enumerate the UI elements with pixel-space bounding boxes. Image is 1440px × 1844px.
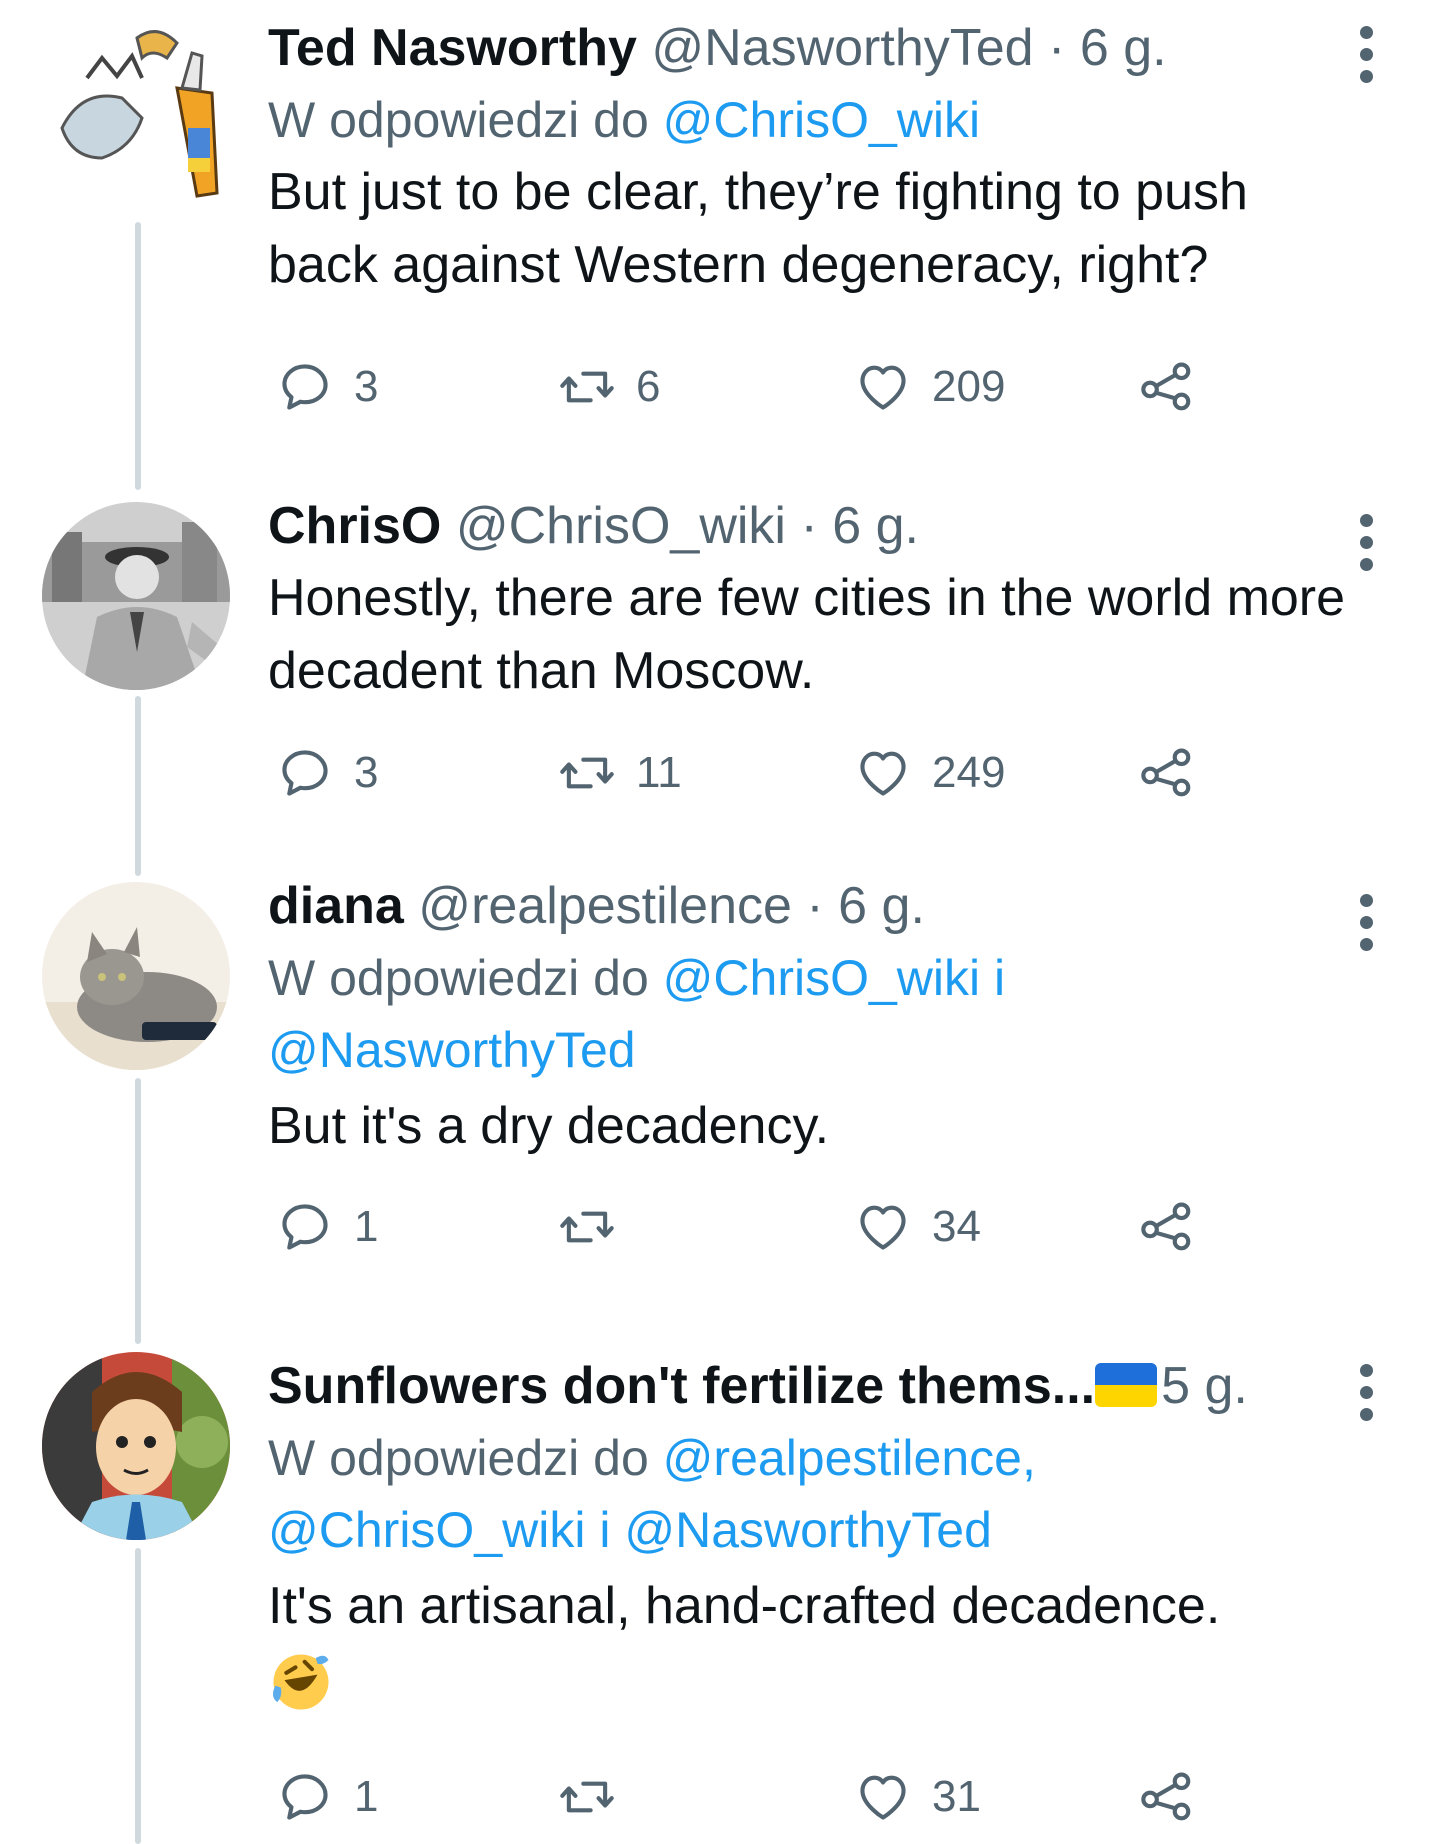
reply-count: 3 xyxy=(354,748,379,797)
separator-dot: · xyxy=(800,497,818,555)
ukraine-flag-icon xyxy=(1095,1363,1158,1407)
more-options-button[interactable] xyxy=(1354,514,1378,571)
tweet-actions: 3 11 249 xyxy=(268,738,1268,808)
reply-icon xyxy=(282,750,328,796)
reply-button[interactable]: 3 xyxy=(276,738,378,808)
retweet-count: 6 xyxy=(636,362,661,411)
thread-line xyxy=(135,1078,141,1344)
reply-mention[interactable]: @ChrisO_wiki xyxy=(663,92,980,148)
reply-count: 1 xyxy=(354,1202,379,1251)
more-options-button[interactable] xyxy=(1354,26,1378,83)
avatar[interactable] xyxy=(42,1352,230,1540)
like-button[interactable]: 209 xyxy=(854,352,1005,422)
user-handle[interactable]: @NasworthyTed xyxy=(651,19,1033,77)
retweet-count: 11 xyxy=(636,748,682,797)
avatar[interactable] xyxy=(42,882,230,1070)
share-button[interactable] xyxy=(1138,352,1216,422)
separator-dot: · xyxy=(1048,19,1066,77)
reply-prefix: W odpowiedzi do xyxy=(268,92,649,148)
rolling-on-floor-laughing-emoji xyxy=(272,1654,329,1710)
share-button[interactable] xyxy=(1138,738,1216,808)
heart-icon xyxy=(860,751,906,796)
retweet-icon xyxy=(560,1211,614,1243)
reply-count: 1 xyxy=(354,1772,379,1821)
retweet-icon xyxy=(560,757,614,789)
like-count: 209 xyxy=(932,362,1006,411)
avatar[interactable] xyxy=(42,502,230,690)
timestamp[interactable]: 6 g. xyxy=(1080,19,1167,77)
reply-prefix: W odpowiedzi do xyxy=(268,950,649,1006)
display-name[interactable]: Ted Nasworthy xyxy=(268,19,637,77)
reply-context: W odpowiedzi do @ChrisO_wiki xyxy=(268,84,1358,156)
timestamp[interactable]: 5 g. xyxy=(1161,1357,1248,1415)
heart-icon xyxy=(860,1205,906,1250)
timestamp[interactable]: 6 g. xyxy=(838,877,925,935)
tweet-text: But it's a dry decadency. xyxy=(268,1097,830,1155)
reply-context: W odpowiedzi do @ChrisO_wiki i @Nasworth… xyxy=(268,942,1358,1086)
tweet-header: Sunflowers don't fertilize thems... 5 g. xyxy=(268,1350,1358,1422)
share-icon xyxy=(1141,362,1191,411)
share-icon xyxy=(1141,1202,1191,1251)
thread-line xyxy=(135,222,141,490)
tweet-text: It's an artisanal, hand-crafted decadenc… xyxy=(268,1570,1358,1735)
display-name[interactable]: diana xyxy=(268,877,404,935)
share-button[interactable] xyxy=(1138,1762,1216,1832)
thread-line xyxy=(135,696,141,876)
tweet-header: ChrisO @ChrisO_wiki · 6 g. xyxy=(268,490,1358,562)
tweet-header: diana @realpestilence · 6 g. xyxy=(268,870,1358,942)
reply-count: 3 xyxy=(354,362,379,411)
user-handle[interactable]: @realpestilence xyxy=(418,877,792,935)
more-options-icon xyxy=(1359,894,1373,907)
like-button[interactable]: 34 xyxy=(854,1192,981,1262)
heart-icon xyxy=(860,1775,906,1820)
tweet-actions: 3 6 209 xyxy=(268,352,1268,422)
more-options-icon xyxy=(1359,1364,1373,1377)
reply-button[interactable]: 3 xyxy=(276,352,378,422)
like-button[interactable]: 31 xyxy=(854,1762,981,1832)
avatar[interactable] xyxy=(42,18,230,206)
like-count: 249 xyxy=(932,748,1006,797)
reply-icon xyxy=(282,364,328,410)
reply-icon xyxy=(282,1204,328,1250)
tweet-text: But just to be clear, they’re fighting t… xyxy=(268,163,1248,294)
reply-mention[interactable]: @ChrisO_wiki i @NasworthyTed xyxy=(268,1502,992,1558)
user-handle[interactable]: @ChrisO_wiki xyxy=(456,497,786,555)
more-options-icon xyxy=(1359,514,1373,527)
tweet-header: Ted Nasworthy @NasworthyTed · 6 g. xyxy=(268,12,1358,84)
retweet-icon xyxy=(560,1781,614,1813)
retweet-button[interactable]: 6 xyxy=(558,352,660,422)
like-button[interactable]: 249 xyxy=(854,738,1005,808)
separator-dot: · xyxy=(806,877,824,935)
retweet-button[interactable] xyxy=(558,1762,636,1832)
more-options-icon xyxy=(1359,26,1373,39)
reply-mention[interactable]: @NasworthyTed xyxy=(268,1022,636,1078)
reply-icon xyxy=(282,1774,328,1820)
retweet-button[interactable]: 11 xyxy=(558,738,682,808)
more-options-button[interactable] xyxy=(1354,1364,1378,1421)
reply-mention[interactable]: @ChrisO_wiki i xyxy=(663,950,1005,1006)
timestamp[interactable]: 6 g. xyxy=(832,497,919,555)
share-icon xyxy=(1141,748,1191,797)
retweet-icon xyxy=(560,371,614,403)
reply-button[interactable]: 1 xyxy=(276,1192,378,1262)
share-icon xyxy=(1141,1772,1191,1821)
heart-icon xyxy=(860,365,906,410)
tweet-text-body: It's an artisanal, hand-crafted decadenc… xyxy=(268,1577,1221,1635)
reply-context: W odpowiedzi do @realpestilence, @ChrisO… xyxy=(268,1422,1358,1566)
reply-prefix: W odpowiedzi do xyxy=(268,1430,649,1486)
tweet-actions: 1 34 xyxy=(268,1192,1268,1262)
display-name[interactable]: Sunflowers don't fertilize thems... xyxy=(268,1357,1095,1415)
display-name[interactable]: ChrisO xyxy=(268,497,441,555)
reply-mention[interactable]: @realpestilence, xyxy=(663,1430,1036,1486)
tweet-text: Honestly, there are few cities in the wo… xyxy=(268,569,1346,700)
reply-button[interactable]: 1 xyxy=(276,1762,378,1832)
thread-line xyxy=(135,1548,141,1844)
like-count: 31 xyxy=(932,1772,981,1821)
more-options-button[interactable] xyxy=(1354,894,1378,951)
retweet-button[interactable] xyxy=(558,1192,636,1262)
tweet-actions: 1 31 xyxy=(268,1762,1268,1832)
like-count: 34 xyxy=(932,1202,981,1251)
share-button[interactable] xyxy=(1138,1192,1216,1262)
